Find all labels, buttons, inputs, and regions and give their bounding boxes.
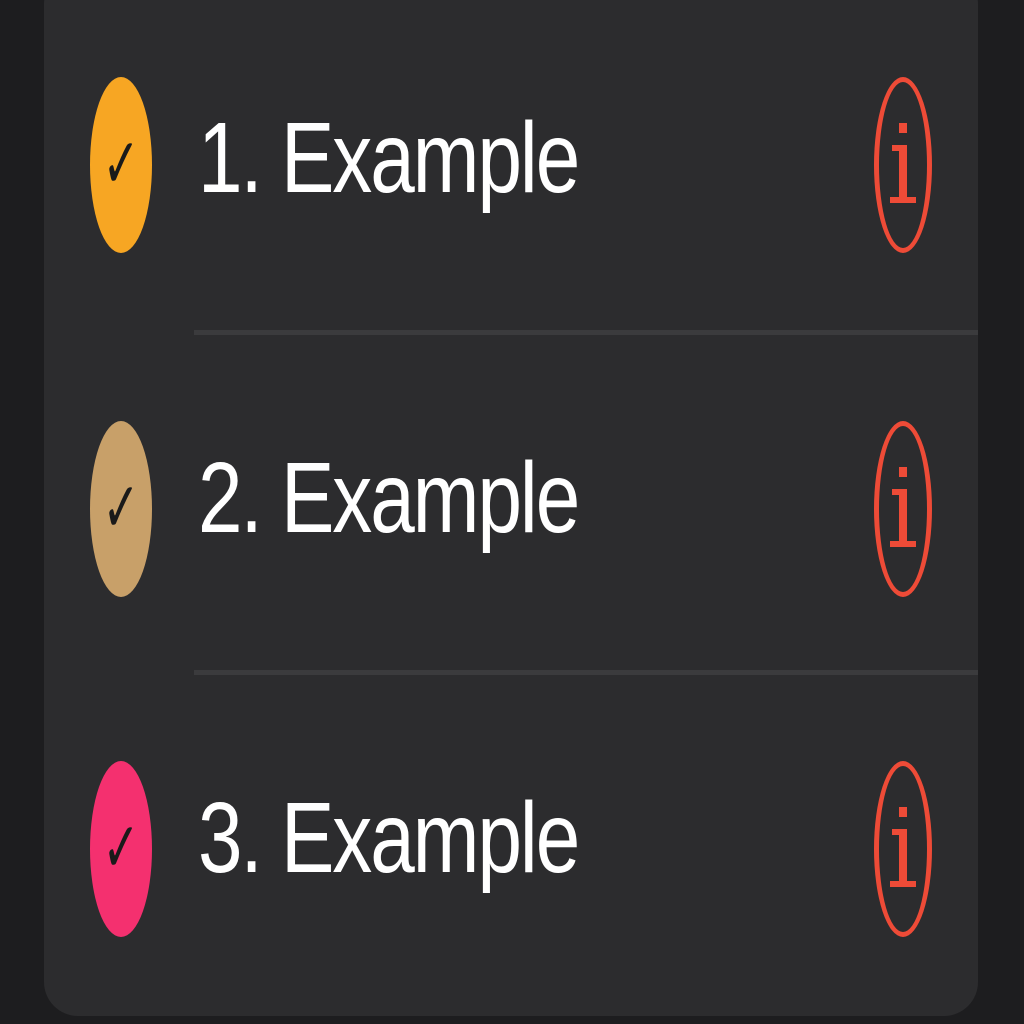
info-icon: [890, 467, 916, 547]
list-item-label: 1. Example: [198, 101, 580, 213]
info-button[interactable]: [874, 761, 932, 937]
checkbox-completed[interactable]: ✓: [90, 761, 152, 937]
checkbox-completed[interactable]: ✓: [90, 77, 152, 253]
list-item-label: 3. Example: [198, 781, 580, 893]
list-item[interactable]: ✓ 1. Example: [44, 0, 978, 306]
info-button[interactable]: [874, 77, 932, 253]
list-item[interactable]: ✓ 3. Example: [44, 650, 978, 986]
checkmark-icon: ✓: [102, 467, 140, 549]
info-icon: [890, 123, 916, 203]
list-card: ✓ 1. Example ✓ 2. Example ✓ 3. Example: [44, 0, 978, 1016]
checkmark-icon: ✓: [102, 123, 140, 205]
checkbox-completed[interactable]: ✓: [90, 421, 152, 597]
list-item-label: 2. Example: [198, 441, 580, 553]
checkmark-icon: ✓: [102, 807, 140, 889]
info-button[interactable]: [874, 421, 932, 597]
info-icon: [890, 807, 916, 887]
list-item[interactable]: ✓ 2. Example: [44, 310, 978, 646]
